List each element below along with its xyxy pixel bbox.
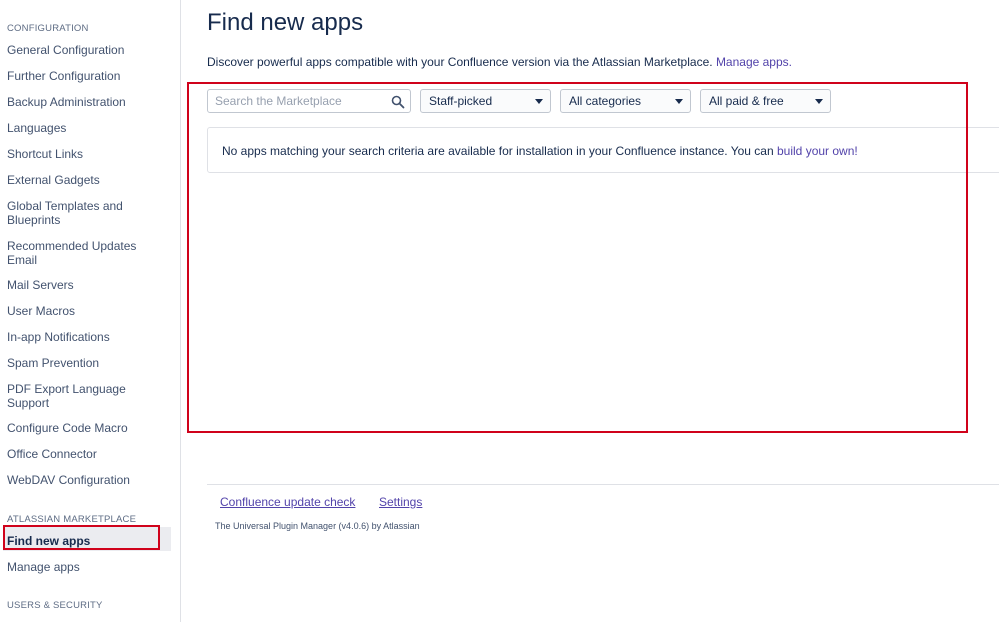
sidebar-item-configure-code-macro[interactable]: Configure Code Macro <box>7 421 167 435</box>
sidebar-item-office-connector[interactable]: Office Connector <box>7 447 167 461</box>
sidebar-section-marketplace: ATLASSIAN MARKETPLACE <box>7 514 137 525</box>
sidebar-item-spam-prevention[interactable]: Spam Prevention <box>7 356 167 370</box>
sidebar-item-webdav-configuration[interactable]: WebDAV Configuration <box>7 473 167 487</box>
manage-apps-link[interactable]: Manage apps. <box>716 55 792 69</box>
sidebar-item-mail-servers[interactable]: Mail Servers <box>7 278 167 292</box>
sidebar-section-users-security: USERS & SECURITY <box>7 600 103 611</box>
sidebar-item-languages[interactable]: Languages <box>7 121 167 135</box>
active-item-highlight-box <box>3 525 160 550</box>
sidebar-item-backup-administration[interactable]: Backup Administration <box>7 95 167 109</box>
sidebar-item-user-macros[interactable]: User Macros <box>7 304 167 318</box>
sidebar-item-manage-apps[interactable]: Manage apps <box>7 560 167 574</box>
description-text: Discover powerful apps compatible with y… <box>207 55 713 69</box>
sidebar-item-pdf-export-language[interactable]: PDF Export Language Support <box>7 382 132 410</box>
confluence-update-check-link[interactable]: Confluence update check <box>220 495 355 509</box>
results-highlight-box <box>187 82 968 433</box>
admin-sidebar: CONFIGURATION General Configuration Furt… <box>0 0 181 622</box>
sidebar-item-external-gadgets[interactable]: External Gadgets <box>7 173 167 187</box>
upm-version-note: The Universal Plugin Manager (v4.0.6) by… <box>215 521 420 531</box>
page-description: Discover powerful apps compatible with y… <box>207 55 792 69</box>
sidebar-item-in-app-notifications[interactable]: In-app Notifications <box>7 330 167 344</box>
sidebar-item-general-configuration[interactable]: General Configuration <box>7 43 167 57</box>
sidebar-section-configuration: CONFIGURATION <box>7 23 89 34</box>
sidebar-item-global-templates[interactable]: Global Templates and Blueprints <box>7 199 137 227</box>
footer-divider <box>207 484 999 485</box>
sidebar-item-further-configuration[interactable]: Further Configuration <box>7 69 167 83</box>
sidebar-item-recommended-updates-email[interactable]: Recommended Updates Email <box>7 239 147 267</box>
page-title: Find new apps <box>207 9 364 36</box>
settings-link[interactable]: Settings <box>379 495 422 509</box>
sidebar-item-shortcut-links[interactable]: Shortcut Links <box>7 147 167 161</box>
